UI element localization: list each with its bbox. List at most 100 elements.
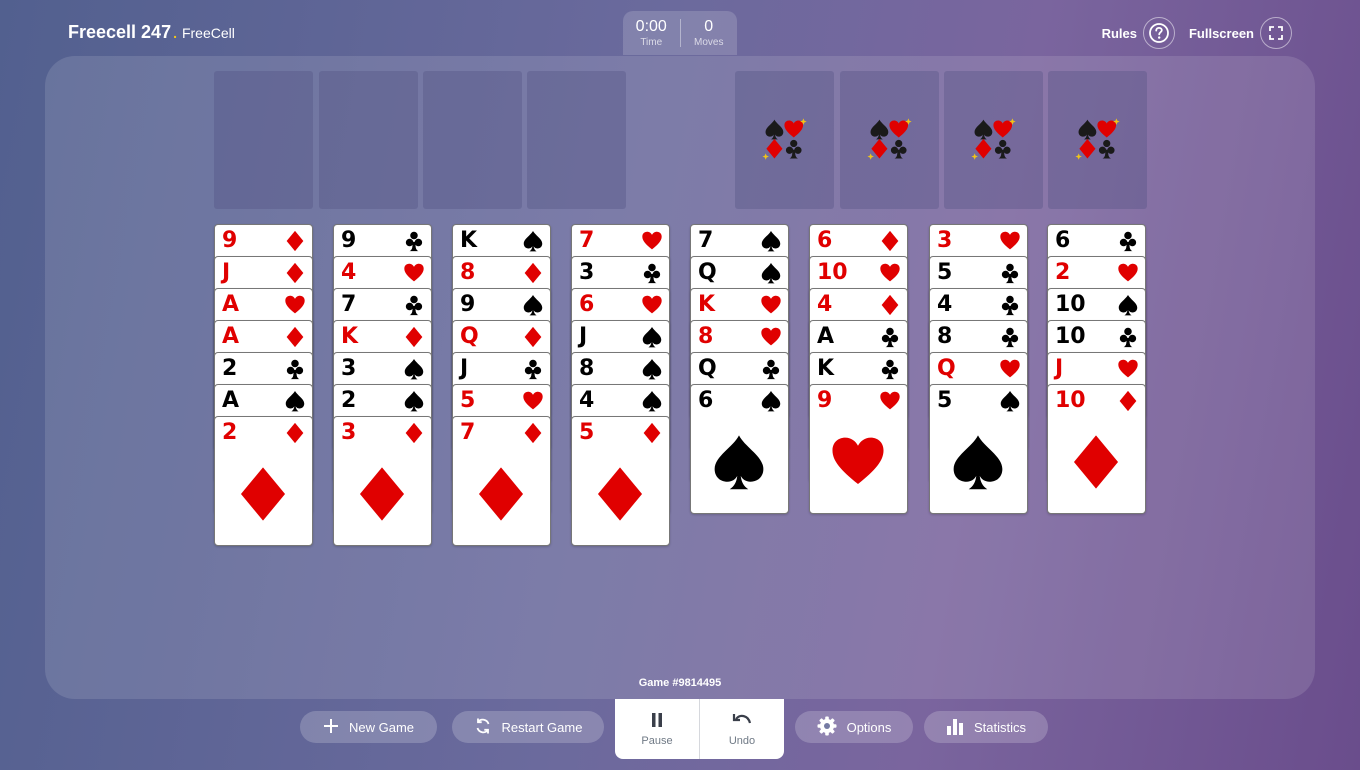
diamond-icon (286, 326, 304, 348)
new-game-label: New Game (348, 719, 415, 735)
card-rank: 8 (579, 356, 595, 381)
diamond-icon (643, 422, 661, 444)
time-label: Time (640, 37, 663, 48)
heart-icon (642, 231, 662, 250)
club-icon (524, 359, 542, 380)
diamond-icon (359, 467, 405, 521)
diamond-icon (881, 294, 899, 316)
heart-icon (1000, 231, 1020, 250)
undo-button[interactable]: Undo (700, 699, 784, 759)
diamond-icon (286, 422, 304, 444)
card-rank: 7 (460, 420, 476, 445)
restart-game-button[interactable]: Restart Game (452, 711, 604, 743)
playing-card[interactable]: 9 (809, 384, 908, 514)
diamond-icon (1073, 435, 1119, 489)
statistics-button[interactable]: Statistics (924, 711, 1048, 743)
playing-card[interactable]: 10 (1047, 384, 1146, 514)
card-rank: 4 (817, 292, 833, 317)
card-rank: 9 (222, 228, 238, 253)
heart-icon (642, 295, 662, 314)
foundation-pile[interactable] (840, 71, 939, 209)
diamond-icon (286, 230, 304, 252)
card-rank: 4 (579, 388, 595, 413)
spade-icon (404, 358, 424, 380)
playing-card[interactable]: 2 (214, 416, 313, 546)
free-cell[interactable] (214, 71, 313, 209)
fullscreen-button[interactable]: Fullscreen (1189, 17, 1292, 49)
spade-icon (642, 390, 662, 412)
free-cell[interactable] (423, 71, 522, 209)
game-number: Game #9814495 (638, 677, 722, 689)
options-button[interactable]: Options (795, 711, 913, 743)
club-icon (1001, 327, 1019, 348)
spade-icon (761, 390, 781, 412)
card-rank: K (817, 356, 835, 381)
foundation-pile[interactable] (944, 71, 1043, 209)
spade-icon (714, 435, 764, 490)
spade-icon (523, 294, 543, 316)
diamond-icon (524, 422, 542, 444)
card-rank: 4 (341, 260, 357, 285)
club-icon (1001, 263, 1019, 284)
card-rank: K (460, 228, 478, 253)
statistics-label: Statistics (973, 719, 1026, 735)
card-rank: Q (698, 260, 717, 285)
card-rank: 2 (341, 388, 357, 413)
card-rank: Q (460, 324, 479, 349)
playing-card[interactable]: 7 (452, 416, 551, 546)
card-rank: J (460, 356, 469, 381)
four-suits-icon (866, 118, 912, 160)
plus-icon (323, 718, 339, 737)
card-rank: 8 (698, 324, 714, 349)
card-rank: 6 (579, 292, 595, 317)
club-icon (881, 359, 899, 380)
heart-icon (761, 295, 781, 314)
brand-logo[interactable]: Freecell 247 . FreeCell (68, 22, 235, 43)
moves-stat: 0 Moves (681, 18, 738, 48)
foundation-pile[interactable] (1048, 71, 1147, 209)
card-rank: A (222, 388, 240, 413)
card-rank: J (222, 260, 231, 285)
undo-icon (731, 712, 753, 731)
brand-dot: . (173, 25, 177, 41)
foundation-pile[interactable] (735, 71, 834, 209)
heart-icon (1118, 359, 1138, 378)
gear-icon (817, 716, 837, 739)
rules-button[interactable]: Rules (1102, 17, 1175, 49)
restart-game-label: Restart Game (501, 719, 583, 735)
diamond-icon (405, 326, 423, 348)
playing-card[interactable]: 6 (690, 384, 789, 514)
card-rank: 3 (341, 356, 357, 381)
diamond-icon (1119, 390, 1137, 412)
diamond-icon (478, 467, 524, 521)
club-icon (1119, 327, 1137, 348)
pause-button[interactable]: Pause (615, 699, 699, 759)
playing-card[interactable]: 3 (333, 416, 432, 546)
card-rank: 5 (460, 388, 476, 413)
question-icon (1142, 17, 1175, 49)
card-rank: 7 (341, 292, 357, 317)
card-rank: 10 (1055, 324, 1086, 349)
spade-icon (1118, 294, 1138, 316)
diamond-icon (286, 262, 304, 284)
card-rank: Q (698, 356, 717, 381)
heart-icon (1000, 359, 1020, 378)
playing-card[interactable]: 5 (929, 384, 1028, 514)
free-cell[interactable] (319, 71, 418, 209)
time-value: 0:00 (635, 18, 667, 35)
card-rank: J (1055, 356, 1064, 381)
card-rank: 3 (341, 420, 357, 445)
heart-icon (404, 263, 424, 282)
playing-card[interactable]: 5 (571, 416, 670, 546)
club-icon (762, 359, 780, 380)
card-rank: 2 (222, 420, 238, 445)
new-game-button[interactable]: New Game (300, 711, 437, 743)
free-cell[interactable] (527, 71, 626, 209)
pause-icon (650, 712, 664, 731)
four-suits-icon (970, 118, 1016, 160)
rules-label: Rules (1101, 25, 1137, 41)
card-rank: A (222, 292, 240, 317)
heart-icon (761, 327, 781, 346)
expand-icon (1260, 17, 1292, 49)
heart-icon (832, 437, 884, 485)
